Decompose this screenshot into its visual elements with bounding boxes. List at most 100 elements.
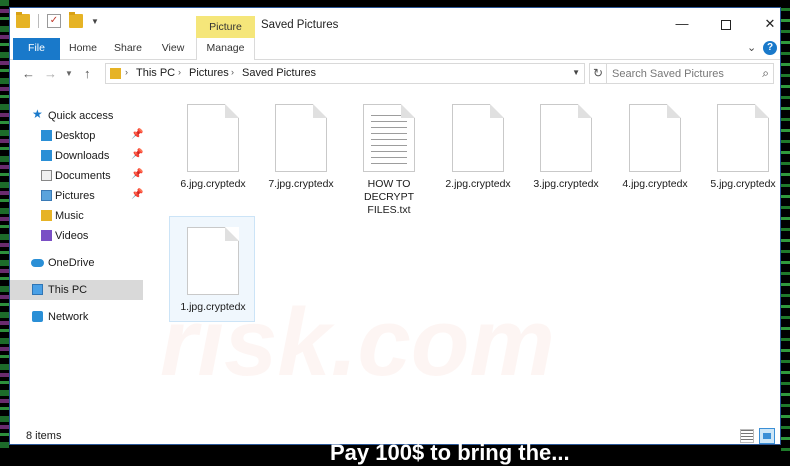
breadcrumb-separator-icon[interactable]: › — [231, 67, 234, 77]
star-icon: ★ — [32, 107, 43, 121]
large-icons-view-icon[interactable] — [759, 428, 775, 444]
file-item[interactable]: 2.jpg.cryptedx — [435, 94, 521, 214]
tab-home[interactable]: Home — [65, 38, 101, 60]
file-name: 1.jpg.cryptedx — [180, 301, 246, 313]
sidebar-item-label: Desktop — [55, 130, 96, 142]
pin-icon[interactable]: 📌 — [131, 129, 143, 140]
title-bar: ✓ ▼ Picture Tools Saved Pictures — ✕ — [10, 8, 780, 55]
tab-share[interactable]: Share — [110, 38, 146, 60]
sidebar-item-network[interactable]: Network — [10, 307, 143, 327]
sidebar-item-this-pc[interactable]: This PC — [10, 280, 143, 300]
file-item[interactable]: HOW TO DECRYPT FILES.txt — [346, 94, 432, 217]
file-name: 5.jpg.cryptedx — [710, 178, 776, 190]
maximize-button[interactable] — [704, 12, 748, 36]
blank-file-icon — [275, 104, 327, 172]
file-item[interactable]: 3.jpg.cryptedx — [523, 94, 609, 214]
new-folder-icon[interactable] — [69, 12, 83, 28]
quick-access-toolbar: ✓ ▼ — [16, 12, 99, 28]
desktop-background-strip-right — [781, 0, 790, 451]
desktop-ransom-banner: Pay 100$ to bring the... — [330, 440, 570, 465]
forward-arrow-icon[interactable]: → — [44, 66, 57, 81]
file-name: HOW TO DECRYPT FILES.txt — [346, 178, 432, 217]
videos-folder-icon — [41, 230, 52, 241]
file-name: 2.jpg.cryptedx — [445, 178, 511, 190]
blank-file-icon — [187, 227, 239, 295]
file-list-pane[interactable]: risk.com 6.jpg.cryptedx 7.jpg.cryptedx H… — [150, 88, 776, 423]
breadcrumb-saved-pictures[interactable]: Saved Pictures — [242, 67, 316, 79]
address-bar[interactable]: › This PC › Pictures › Saved Pictures ▼ — [105, 63, 585, 84]
text-file-icon — [363, 104, 415, 172]
file-name-line: DECRYPT — [364, 191, 414, 203]
picture-tools-context-label: Picture Tools — [196, 16, 255, 55]
file-name: 7.jpg.cryptedx — [268, 178, 334, 190]
properties-icon[interactable]: ✓ — [47, 14, 61, 28]
expand-ribbon-chevron-icon[interactable]: ⌄ — [747, 41, 756, 54]
file-item[interactable]: 7.jpg.cryptedx — [258, 94, 344, 214]
blank-file-icon — [629, 104, 681, 172]
tab-file[interactable]: File — [13, 38, 60, 60]
folder-icon[interactable] — [16, 12, 30, 28]
tab-view[interactable]: View — [156, 38, 190, 60]
close-button[interactable]: ✕ — [748, 12, 780, 36]
ribbon-tabs: File Home Share View Manage ⌄ ? — [10, 38, 780, 61]
file-explorer-window: ✓ ▼ Picture Tools Saved Pictures — ✕ Fil… — [9, 7, 781, 445]
pin-icon[interactable]: 📌 — [131, 149, 143, 160]
sidebar-item-label: Pictures — [55, 190, 95, 202]
maximize-icon — [721, 19, 731, 30]
back-arrow-icon[interactable]: ← — [22, 66, 35, 81]
sidebar-item-label: Videos — [55, 230, 89, 242]
navigation-pane: ★ Quick access Desktop 📌 Downloads 📌 Doc… — [10, 96, 150, 426]
help-icon[interactable]: ? — [763, 41, 777, 55]
sidebar-item-onedrive[interactable]: OneDrive — [10, 253, 143, 273]
blank-file-icon — [717, 104, 769, 172]
window-title: Saved Pictures — [261, 19, 339, 31]
sidebar-item-videos[interactable]: Videos — [10, 226, 143, 246]
search-icon: ⌕ — [762, 66, 769, 80]
file-item-selected[interactable]: 1.jpg.cryptedx — [169, 216, 255, 322]
pictures-folder-icon — [41, 190, 52, 201]
sidebar-item-desktop[interactable]: Desktop 📌 — [10, 126, 143, 146]
file-item[interactable]: 6.jpg.cryptedx — [170, 94, 256, 214]
sidebar-item-downloads[interactable]: Downloads 📌 — [10, 146, 143, 166]
breadcrumb-pictures[interactable]: Pictures — [189, 67, 229, 79]
folder-icon — [110, 68, 121, 79]
blank-file-icon — [540, 104, 592, 172]
refresh-icon[interactable]: ↻ — [589, 63, 607, 84]
file-name-line: HOW TO — [367, 178, 411, 190]
breadcrumb-separator-icon[interactable]: › — [125, 67, 128, 77]
blank-file-icon — [187, 104, 239, 172]
onedrive-cloud-icon — [31, 259, 44, 267]
sidebar-item-label: Music — [55, 210, 84, 222]
file-name-line: FILES.txt — [367, 204, 411, 216]
downloads-folder-icon — [41, 150, 52, 161]
file-item[interactable]: 4.jpg.cryptedx — [612, 94, 698, 214]
sidebar-item-label: Network — [48, 311, 89, 323]
tab-manage[interactable]: Manage — [196, 38, 255, 61]
minimize-button[interactable]: — — [660, 12, 704, 36]
sidebar-item-music[interactable]: Music — [10, 206, 143, 226]
search-input[interactable]: Search Saved Pictures ⌕ — [606, 63, 774, 84]
blank-file-icon — [452, 104, 504, 172]
file-item[interactable]: 5.jpg.cryptedx — [700, 94, 780, 214]
address-dropdown-chevron-icon[interactable]: ▼ — [572, 68, 580, 77]
sidebar-item-pictures[interactable]: Pictures 📌 — [10, 186, 143, 206]
sidebar-item-label: This PC — [48, 284, 88, 296]
computer-icon — [32, 284, 43, 295]
network-icon — [32, 311, 43, 322]
file-name: 6.jpg.cryptedx — [180, 178, 246, 190]
item-count: 8 items — [26, 430, 62, 442]
up-arrow-icon[interactable]: ↑ — [84, 66, 91, 81]
sidebar-item-label: Documents — [55, 170, 111, 182]
desktop-folder-icon — [41, 130, 52, 141]
recent-locations-chevron-icon[interactable]: ▼ — [65, 69, 73, 78]
breadcrumb-separator-icon[interactable]: › — [178, 67, 181, 77]
customize-toolbar-chevron-icon[interactable]: ▼ — [91, 17, 99, 26]
sidebar-item-quick-access[interactable]: ★ Quick access — [10, 106, 143, 126]
pin-icon[interactable]: 📌 — [131, 169, 143, 180]
sidebar-item-documents[interactable]: Documents 📌 — [10, 166, 143, 186]
pin-icon[interactable]: 📌 — [131, 189, 143, 200]
details-view-icon[interactable] — [740, 429, 754, 443]
search-placeholder: Search Saved Pictures — [612, 68, 724, 80]
file-name: 4.jpg.cryptedx — [622, 178, 688, 190]
breadcrumb-this-pc[interactable]: This PC — [136, 67, 175, 79]
